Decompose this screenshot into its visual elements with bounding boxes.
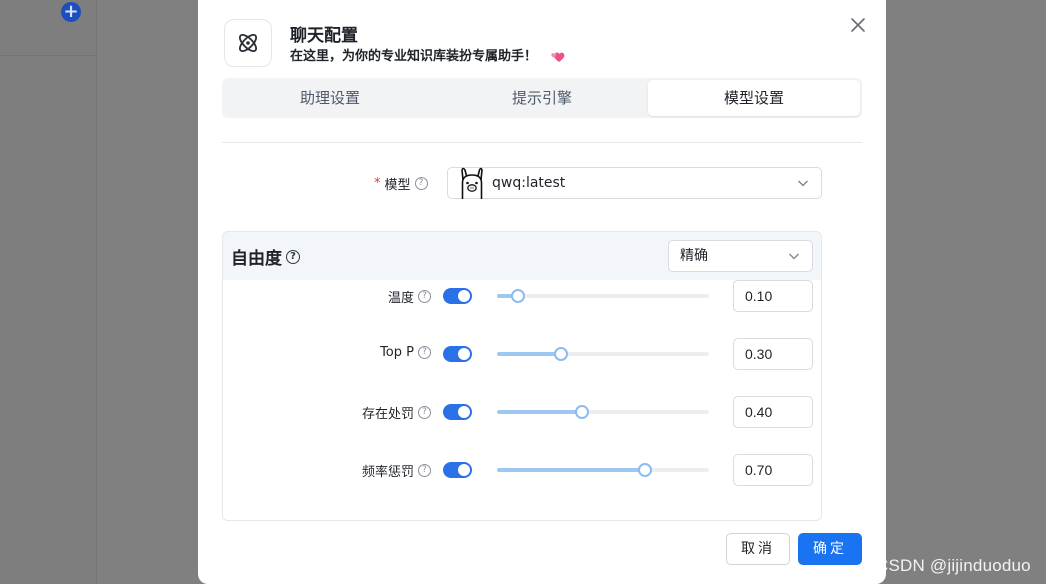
section-divider [222,142,862,143]
help-icon[interactable]: ? [286,249,300,264]
param-label-text: 存在处罚 [361,407,414,422]
top-p-slider[interactable] [497,347,709,361]
watermark: CSDN @jijinduoduo [876,556,1031,575]
slider-fill [497,352,561,356]
help-icon[interactable]: ? [418,406,431,419]
dialog-logo [224,19,272,67]
help-icon[interactable]: ? [414,177,428,190]
param-label: 温度 ? [388,287,431,306]
help-icon[interactable]: ? [418,346,431,359]
tab-prompt-engine[interactable]: 提示引擎 [436,80,648,116]
param-label-text: Top P [380,345,414,360]
temperature-input[interactable]: 0.10 [733,280,813,312]
chevron-down-icon [789,253,799,260]
freedom-panel-header: 自由度 ? 精确 [223,232,821,280]
background-divider [0,55,97,56]
slider-fill [497,410,582,414]
param-row-temperature: 温度 ? 0.10 [223,280,821,312]
slider-thumb[interactable] [553,347,568,361]
atom-icon [238,33,258,53]
cancel-button[interactable]: 取消 [726,533,790,565]
toggle-knob [458,348,470,360]
background-area [886,0,1046,584]
model-select[interactable]: qwq:latest [447,167,822,199]
dialog-title: 聊天配置 [290,26,358,46]
help-icon[interactable]: ? [418,464,431,477]
llama-icon [461,167,483,199]
dialog-subtitle-text: 在这里，为你的专业知识库装扮专属助手！ [290,49,538,64]
freedom-title: 自由度 ? [231,244,300,269]
freedom-title-text: 自由度 [231,249,282,269]
toggle-knob [458,290,470,302]
freedom-preset-select[interactable]: 精确 [668,240,813,272]
param-row-top-p: Top P ? 0.30 [223,338,821,370]
temperature-slider[interactable] [497,289,709,303]
model-label-text: 模型 [384,178,411,193]
param-label: 频率惩罚 ? [362,461,431,480]
close-icon[interactable] [849,16,867,34]
slider-thumb[interactable] [574,405,589,419]
tab-assistant-settings[interactable]: 助理设置 [224,80,436,116]
dialog-subtitle: 在这里，为你的专业知识库装扮专属助手！ [290,45,566,64]
background-sidebar: + [0,0,97,584]
help-icon[interactable]: ? [418,290,431,303]
param-row-presence-penalty: 存在处罚 ? 0.40 [223,396,821,428]
toggle-knob [458,406,470,418]
param-label: Top P ? [380,345,431,360]
presence-penalty-slider[interactable] [497,405,709,419]
tab-model-settings[interactable]: 模型设置 [648,80,860,116]
settings-tabs: 助理设置 提示引擎 模型设置 [222,78,862,118]
slider-thumb[interactable] [638,463,653,477]
presence-penalty-toggle[interactable] [443,404,472,420]
freedom-preset-value: 精确 [680,248,708,264]
frequency-penalty-input[interactable]: 0.70 [733,454,813,486]
chat-config-dialog: 聊天配置 在这里，为你的专业知识库装扮专属助手！ 助理设置 提示引擎 模型设置 … [198,0,886,584]
param-label: 存在处罚 ? [362,403,431,422]
model-field-label: * 模型 ? [374,174,428,193]
two-hearts-icon [550,52,564,62]
slider-fill [497,468,646,472]
confirm-button[interactable]: 确定 [798,533,862,565]
temperature-toggle[interactable] [443,288,472,304]
plus-circle-icon: + [61,2,81,22]
frequency-penalty-toggle[interactable] [443,462,472,478]
model-select-value: qwq:latest [492,175,566,191]
param-label-text: 频率惩罚 [361,465,414,480]
toggle-knob [458,464,470,476]
frequency-penalty-slider[interactable] [497,463,709,477]
required-mark: * [374,176,381,191]
param-row-frequency-penalty: 频率惩罚 ? 0.70 [223,454,821,486]
chevron-down-icon [798,180,808,187]
presence-penalty-input[interactable]: 0.40 [733,396,813,428]
freedom-panel: 自由度 ? 精确 温度 ? 0.10 Top P ? 0.30 存在处罚 ? 0… [222,231,822,521]
param-label-text: 温度 [387,291,414,306]
top-p-toggle[interactable] [443,346,472,362]
top-p-input[interactable]: 0.30 [733,338,813,370]
slider-thumb[interactable] [511,289,526,303]
